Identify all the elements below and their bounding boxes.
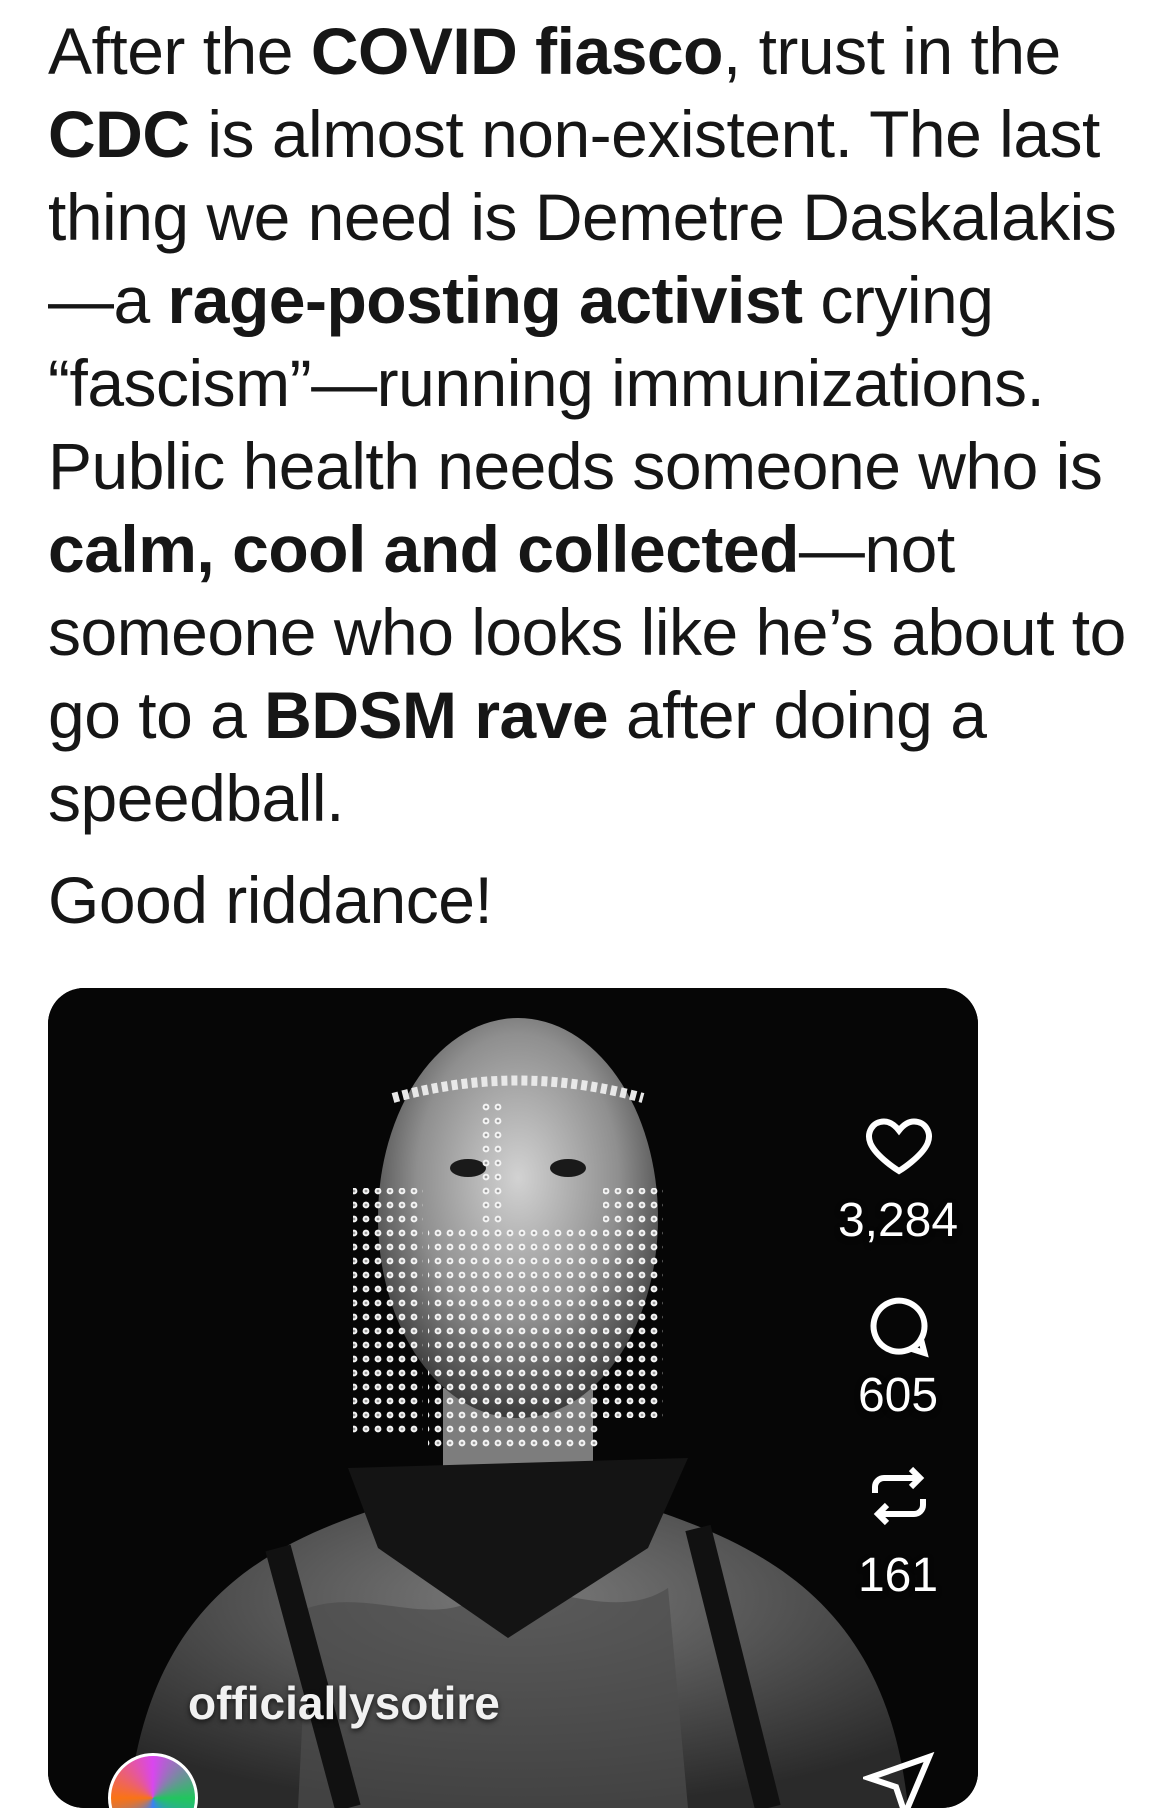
video-username[interactable]: officiallysotire [188,1676,500,1730]
bold-rage-posting-activist: rage-posting activist [167,263,803,337]
action-rail: 3,284 605 161 [828,988,978,1808]
repost-count: 161 [857,1549,939,1602]
like-count: 3,284 [837,1194,959,1247]
comment-icon[interactable] [863,1290,935,1362]
post-paragraph-1: After the COVID fiasco, trust in the CDC… [48,14,1126,835]
repost-icon[interactable] [863,1460,935,1532]
post-text: After the COVID fiasco, trust in the CDC… [48,10,1148,942]
bold-bdsm-rave: BDSM rave [264,678,609,752]
send-icon[interactable] [863,1748,935,1808]
bold-cdc: CDC [48,97,190,171]
bold-calm-cool-collected: calm, cool and collected [48,512,799,586]
heart-icon[interactable] [863,1108,935,1180]
comment-count: 605 [857,1369,939,1422]
embedded-video-card[interactable]: 3,284 605 161 officiallysotire [48,988,978,1808]
bold-covid-fiasco: COVID fiasco [310,14,724,88]
post-paragraph-2: Good riddance! [48,863,493,937]
